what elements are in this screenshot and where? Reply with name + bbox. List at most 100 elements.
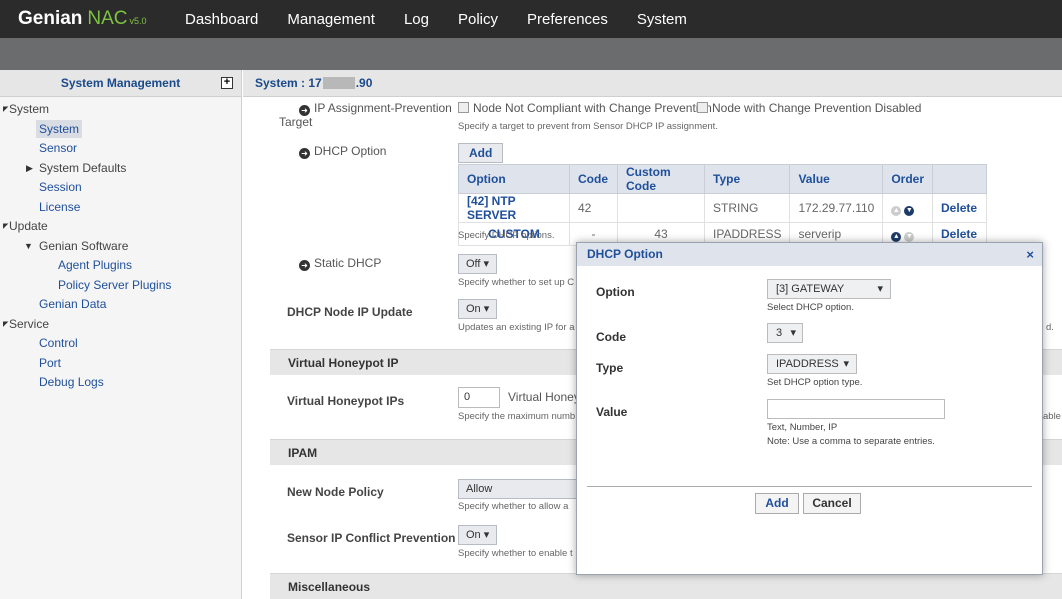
- sidebar-header: System Management +: [0, 70, 241, 97]
- checkbox-icon[interactable]: [458, 102, 469, 113]
- dialog-header: DHCP Option ×: [577, 243, 1042, 266]
- ip-prevention-hint: Specify a target to prevent from Sensor …: [458, 121, 718, 132]
- arrow-circle-icon: ➜: [299, 260, 310, 271]
- new-node-policy-hint: Specify whether to allow a: [458, 501, 569, 512]
- dialog-divider: [587, 486, 1032, 487]
- tree-group-update[interactable]: ◤ Update: [0, 217, 241, 237]
- tree-group-system[interactable]: ◤ System: [0, 100, 241, 120]
- checkbox-not-compliant[interactable]: Node Not Compliant with Change Preventio…: [458, 101, 712, 115]
- move-up-icon: ▲: [891, 206, 902, 216]
- chevron-down-icon: ▾: [790, 327, 796, 339]
- sidebar-item-policy-server-plugins[interactable]: Policy Server Plugins: [0, 276, 241, 296]
- page-title: System : 17.90: [243, 70, 1062, 97]
- column-header[interactable]: Value: [789, 164, 884, 194]
- option-select[interactable]: [3] GATEWAY ▾: [767, 279, 891, 299]
- table-row: [42] NTP SERVER 42 STRING 172.29.77.110 …: [458, 193, 988, 223]
- column-header[interactable]: Order: [882, 164, 934, 194]
- type-hint: Set DHCP option type.: [767, 377, 863, 388]
- table-header-row: Option Code Custom Code Type Value Order: [458, 164, 988, 194]
- value-input[interactable]: [767, 399, 945, 419]
- arrow-circle-icon: ➜: [299, 148, 310, 159]
- new-node-policy-select[interactable]: Allow: [458, 479, 578, 499]
- sidebar-item-port[interactable]: Port: [0, 354, 241, 374]
- static-dhcp-select[interactable]: Off ▾: [458, 254, 498, 274]
- checkbox-icon[interactable]: [697, 102, 708, 113]
- column-header[interactable]: Type: [703, 164, 791, 194]
- code-select[interactable]: 3 ▾: [767, 323, 803, 343]
- brand-text: Genian: [18, 8, 83, 29]
- column-header[interactable]: Option: [458, 164, 570, 194]
- sidebar-item-agent-plugins[interactable]: Agent Plugins: [0, 256, 241, 276]
- top-navbar: Genian NAC v5.0 Dashboard Management Log…: [0, 0, 1062, 38]
- value-label: Value: [596, 405, 628, 419]
- nav-system[interactable]: System: [637, 11, 687, 28]
- type-label: Type: [596, 361, 624, 375]
- sidebar-item-control[interactable]: Control: [0, 334, 241, 354]
- sensor-conflict-hint: Specify whether to enable t: [458, 548, 573, 559]
- nav-log[interactable]: Log: [404, 11, 429, 28]
- add-dhcp-option-button[interactable]: Add: [458, 143, 504, 163]
- option-name-link[interactable]: [42] NTP SERVER: [458, 193, 570, 223]
- honeypot-hint: Specify the maximum numb: [458, 411, 576, 422]
- honeypot-ips-label: Virtual Honeypot IPs: [287, 394, 405, 408]
- sidebar-title: System Management: [60, 76, 181, 90]
- move-down-icon[interactable]: ▼: [904, 206, 915, 216]
- dhcp-option-hint: Specify DHCP options.: [458, 230, 555, 241]
- nav-management[interactable]: Management: [287, 11, 375, 28]
- new-node-policy-label: New Node Policy: [287, 485, 384, 499]
- dialog-title: DHCP Option: [587, 247, 663, 261]
- static-dhcp-hint: Specify whether to set up C: [458, 277, 575, 288]
- expand-all-icon[interactable]: +: [221, 77, 233, 89]
- sidebar-item-system[interactable]: System: [0, 119, 241, 140]
- column-header: [932, 164, 988, 194]
- nav-preferences[interactable]: Preferences: [527, 11, 608, 28]
- move-down-icon: ▼: [904, 232, 915, 242]
- collapse-icon: ◤: [3, 106, 9, 113]
- option-custom-code: [617, 193, 705, 223]
- sensor-conflict-label: Sensor IP Conflict Prevention: [287, 531, 456, 545]
- delete-link[interactable]: Delete: [932, 193, 988, 223]
- add-button[interactable]: Add: [755, 493, 799, 514]
- sensor-conflict-select[interactable]: On ▾: [458, 525, 498, 545]
- sidebar-item-genian-software[interactable]: ▼ Genian Software: [0, 237, 241, 257]
- redacted-block: [322, 77, 355, 89]
- honeypot-hint-tail: able: [1043, 411, 1061, 422]
- expand-arrow-icon: ▶: [26, 162, 33, 173]
- type-select[interactable]: IPADDRESS ▾: [767, 354, 857, 374]
- honeypot-suffix: Virtual Honeyp: [508, 390, 587, 404]
- option-hint: Select DHCP option.: [767, 302, 854, 313]
- sidebar-tree: ◤ System System Sensor ▶ System Defaults S…: [0, 97, 241, 393]
- column-header[interactable]: Code: [569, 164, 618, 194]
- order-cell: ▲ ▼: [882, 193, 934, 223]
- chevron-down-icon: ▾: [877, 283, 883, 295]
- sidebar-item-debug-logs[interactable]: Debug Logs: [0, 373, 241, 393]
- nav-dashboard[interactable]: Dashboard: [185, 11, 258, 28]
- dhcp-node-update-select[interactable]: On ▾: [458, 299, 498, 319]
- column-header[interactable]: Custom Code: [617, 164, 705, 194]
- ip-prevention-label: ➜ IP Assignment-Prevention: [299, 101, 452, 116]
- static-dhcp-label: ➜ Static DHCP: [299, 256, 381, 271]
- sidebar-item-genian-data[interactable]: Genian Data: [0, 295, 241, 315]
- move-up-icon[interactable]: ▲: [891, 232, 902, 242]
- sidebar-item-system-defaults[interactable]: ▶ System Defaults: [0, 159, 241, 179]
- option-label: Option: [596, 285, 635, 299]
- sidebar-item-session[interactable]: Session: [0, 178, 241, 198]
- sub-toolbar: [0, 38, 1062, 70]
- cancel-button[interactable]: Cancel: [803, 493, 861, 514]
- checkbox-prevention-disabled[interactable]: Node with Change Prevention Disabled: [697, 101, 921, 115]
- honeypot-ips-input[interactable]: 0: [458, 387, 500, 408]
- option-value: 172.29.77.110: [789, 193, 884, 223]
- sidebar-item-sensor[interactable]: Sensor: [0, 139, 241, 159]
- nav-policy[interactable]: Policy: [458, 11, 498, 28]
- option-code: 42: [569, 193, 618, 223]
- version-text: v5.0: [129, 16, 147, 26]
- close-icon[interactable]: ×: [1026, 243, 1034, 266]
- app-logo[interactable]: Genian NAC v5.0: [0, 8, 185, 30]
- section-miscellaneous: Miscellaneous: [270, 573, 1062, 599]
- code-label: Code: [596, 330, 626, 344]
- dhcp-node-update-label: DHCP Node IP Update: [287, 305, 413, 319]
- tree-group-service[interactable]: ◤ Service: [0, 315, 241, 335]
- collapse-icon: ◤: [3, 320, 9, 328]
- sidebar-item-license[interactable]: License: [0, 198, 241, 218]
- sidebar: System Management + ◤ System System Senso…: [0, 70, 242, 599]
